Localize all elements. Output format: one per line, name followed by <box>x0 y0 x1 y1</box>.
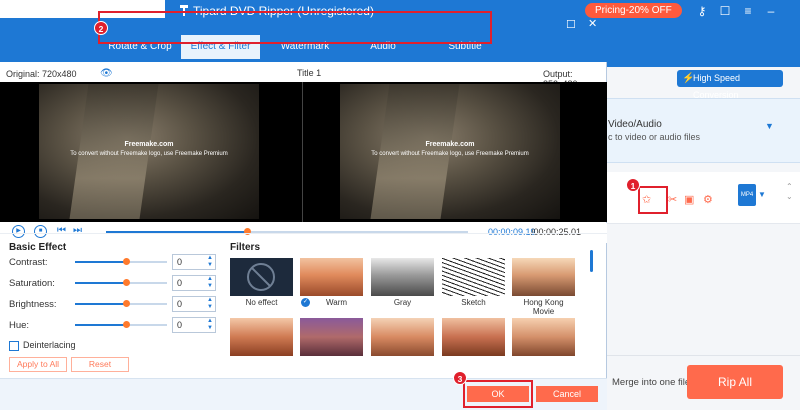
panel-subtitle: c to video or audio files <box>608 132 701 142</box>
slider-fill <box>75 282 126 284</box>
filter-name: Hong Kong Movie <box>523 298 564 316</box>
filters-title: Filters <box>230 242 261 253</box>
filter-name: Gray <box>393 298 412 307</box>
slider-handle[interactable] <box>122 279 130 286</box>
adjust-stepper[interactable]: 0 ▲ ▼ <box>172 254 216 270</box>
filter-hong-kong-movie[interactable] <box>512 258 575 296</box>
cut-icon[interactable]: ✂ <box>668 193 677 206</box>
chat-icon[interactable]: ☐ <box>718 4 732 18</box>
slider-fill <box>75 324 126 326</box>
filter-name: Sketch <box>461 298 486 307</box>
high-speed-label: High Speed Conversion <box>693 73 741 100</box>
stepper-arrows-icon[interactable]: ▲ ▼ <box>207 297 213 311</box>
merge-label: Merge into one file <box>612 377 691 388</box>
slider-handle[interactable] <box>122 300 130 307</box>
output-preview: Freemake.com To convert without Freemake… <box>340 84 560 219</box>
watermark-text: To convert without Freemake logo, use Fr… <box>371 151 529 157</box>
stepper-arrows-icon[interactable]: ▲ ▼ <box>207 276 213 290</box>
adjust-row: Brightness: 0 ▲ ▼ <box>9 296 216 312</box>
bolt-icon: ⚡ <box>682 73 695 84</box>
chevron-down-icon[interactable]: ▼ <box>765 121 774 131</box>
filter-no-effect[interactable] <box>230 258 293 296</box>
format-chevron-down-icon[interactable]: ▼ <box>758 190 766 199</box>
filter-name: Warm <box>325 298 348 307</box>
filter-thumb[interactable] <box>300 318 363 356</box>
title-label: Title 1 <box>297 68 322 78</box>
step-marker-2: 2 <box>94 21 108 35</box>
adjust-slider[interactable] <box>75 279 167 286</box>
adjust-value: 0 <box>177 278 183 288</box>
adjust-row: Saturation: 0 ▲ ▼ <box>9 275 216 291</box>
panel-title: Video/Audio <box>608 119 662 130</box>
row-scroll-arrows-icon[interactable]: ⌃ ⌄ <box>786 182 793 202</box>
adjust-value: 0 <box>177 257 183 267</box>
restore-icon[interactable]: ☐ <box>566 18 576 31</box>
output-format-panel[interactable]: Video/Audio c to video or audio files ▼ <box>605 98 800 163</box>
menu-icon[interactable]: ≡ <box>741 4 755 18</box>
filter-name: No effect <box>245 298 278 307</box>
deinterlacing-checkbox[interactable] <box>9 341 19 351</box>
filters-scrollbar[interactable] <box>590 250 593 272</box>
adjust-slider[interactable] <box>75 258 167 265</box>
no-effect-icon <box>247 263 275 291</box>
format-icon[interactable]: MP4 <box>738 184 756 206</box>
apply-to-all-button[interactable]: Apply to All <box>9 357 67 372</box>
filter-thumb[interactable] <box>512 318 575 356</box>
eye-icon[interactable]: 👁 <box>100 68 113 79</box>
subtitle-icon[interactable]: ▣ <box>684 193 694 206</box>
stepper-arrows-icon[interactable]: ▲ ▼ <box>207 318 213 332</box>
high-speed-conversion-button[interactable]: ⚡ High Speed Conversion <box>677 70 783 100</box>
close-icon[interactable]: ✕ <box>588 17 597 30</box>
step-marker-3: 3 <box>453 371 467 385</box>
watermark-title: Freemake.com <box>124 141 174 148</box>
adjust-value: 0 <box>177 299 183 309</box>
slider-fill <box>75 303 126 305</box>
watermark-title: Freemake.com <box>425 141 475 148</box>
adjust-label: Contrast: <box>9 257 48 268</box>
slider-handle[interactable] <box>122 258 130 265</box>
step-marker-1: 1 <box>626 178 640 192</box>
adjust-slider[interactable] <box>75 321 167 328</box>
filter-gray[interactable] <box>371 258 434 296</box>
tab-highlight-box <box>98 11 492 44</box>
cancel-button[interactable]: Cancel <box>536 386 598 402</box>
watermark-text: To convert without Freemake logo, use Fr… <box>70 151 228 157</box>
stepper-arrows-icon[interactable]: ▲ ▼ <box>207 255 213 269</box>
section-divider <box>0 233 607 234</box>
filter-thumb[interactable] <box>371 318 434 356</box>
original-preview: Freemake.com To convert without Freemake… <box>39 84 259 219</box>
key-icon[interactable]: ⚷ <box>695 4 709 18</box>
rip-all-button[interactable]: Rip All <box>687 365 783 399</box>
adjust-stepper[interactable]: 0 ▲ ▼ <box>172 275 216 291</box>
preview-area: Freemake.com To convert without Freemake… <box>0 82 607 222</box>
adjust-value: 0 <box>177 320 183 330</box>
adjust-label: Brightness: <box>9 299 57 310</box>
filter-thumb[interactable] <box>230 318 293 356</box>
ok-highlight-box <box>463 380 533 408</box>
slider-handle[interactable] <box>122 321 130 328</box>
info-bar: Original: 720x480 👁 Title 1 Output: 852x… <box>0 64 607 89</box>
filter-thumb[interactable] <box>442 318 505 356</box>
settings-icon[interactable]: ⚙ <box>703 193 713 206</box>
adjust-row: Hue: 0 ▲ ▼ <box>9 317 216 333</box>
adjust-label: Saturation: <box>9 278 55 289</box>
app-nav-bar <box>605 22 800 67</box>
minimize-icon[interactable]: – <box>764 4 778 18</box>
effect-highlight-box <box>638 186 668 214</box>
filter-sketch[interactable] <box>442 258 505 296</box>
adjust-stepper[interactable]: 0 ▲ ▼ <box>172 296 216 312</box>
reset-button[interactable]: Reset <box>71 357 129 372</box>
original-resolution: Original: 720x480 <box>6 69 77 79</box>
basic-effect-title: Basic Effect <box>9 242 67 253</box>
pricing-button[interactable]: Pricing-20% OFF <box>585 3 682 18</box>
slider-fill <box>75 261 126 263</box>
adjust-label: Hue: <box>9 320 30 331</box>
deinterlacing-label: Deinterlacing <box>23 340 76 350</box>
preview-divider <box>302 82 303 222</box>
filter-warm[interactable] <box>300 258 363 296</box>
adjust-slider[interactable] <box>75 300 167 307</box>
adjust-stepper[interactable]: 0 ▲ ▼ <box>172 317 216 333</box>
adjust-row: Contrast: 0 ▲ ▼ <box>9 254 216 270</box>
